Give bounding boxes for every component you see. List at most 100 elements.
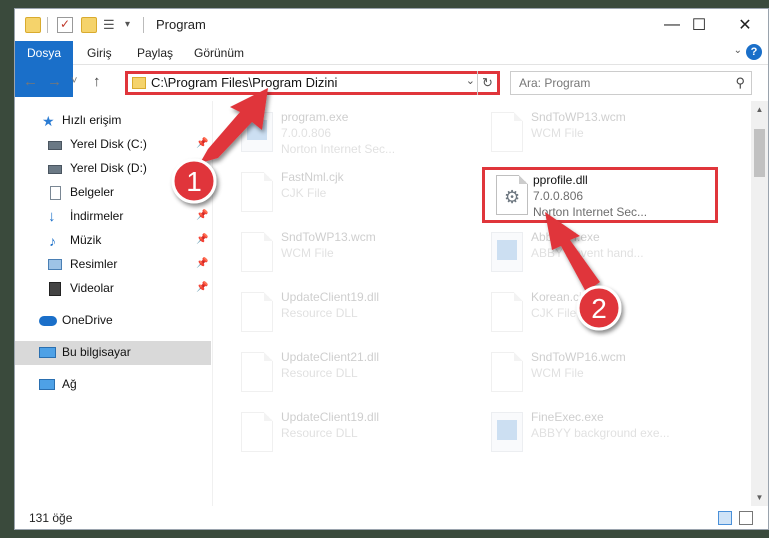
document-icon: [241, 172, 273, 212]
address-bar[interactable]: C:\Program Files\Program Dizini ⌄ ↻: [125, 71, 500, 95]
file-item[interactable]: UpdateClient19.dll Resource DLL: [229, 284, 469, 340]
gear-icon: ⚙: [504, 187, 521, 207]
sidebar-item-onedrive[interactable]: OneDrive: [15, 309, 211, 333]
sidebar-item-quick-access[interactable]: ★ Hızlı erişim: [15, 109, 211, 133]
pin-icon[interactable]: 📌: [196, 210, 208, 221]
tiles-view-icon[interactable]: [739, 511, 753, 525]
file-item-pprofile-dll[interactable]: ⚙ pprofile.dll 7.0.0.806 Norton Internet…: [482, 167, 718, 223]
sidebar-item-label: OneDrive: [62, 313, 113, 327]
application-icon: [241, 112, 273, 152]
chevron-down-icon[interactable]: ⌄: [466, 74, 475, 87]
tab-share[interactable]: Paylaş: [125, 41, 185, 65]
properties-icon[interactable]: ✓: [57, 17, 73, 33]
file-detail: Resource DLL: [281, 306, 358, 320]
details-view-icon[interactable]: [718, 511, 732, 525]
cloud-icon: [39, 316, 57, 326]
ribbon-tabs: Dosya Giriş Paylaş Görünüm ⌄ ?: [15, 41, 768, 97]
pin-icon[interactable]: 📌: [196, 162, 208, 173]
file-item[interactable]: Korean.cjk CJK File: [479, 284, 719, 340]
help-icon[interactable]: ?: [746, 44, 762, 60]
file-detail: WCM File: [281, 246, 334, 260]
document-icon: [491, 352, 523, 392]
search-placeholder: Ara: Program: [519, 76, 591, 90]
star-icon: ★: [42, 113, 55, 129]
computer-icon: [39, 347, 56, 358]
videos-icon: [49, 282, 61, 296]
sidebar-item-label: Hızlı erişim: [62, 113, 122, 127]
sidebar-item-network[interactable]: Ağ: [15, 373, 211, 397]
document-icon: [241, 232, 273, 272]
back-icon[interactable]: ←: [23, 73, 38, 90]
refresh-icon[interactable]: ↻: [477, 71, 497, 95]
customize-toolbar-icon[interactable]: ☰: [103, 17, 119, 33]
ribbon-expand-icon[interactable]: ⌄: [734, 45, 742, 56]
search-icon[interactable]: ⚲: [735, 75, 745, 91]
address-row: ← → ˅ ↑ C:\Program Files\Program Dizini …: [15, 67, 768, 99]
pin-icon[interactable]: 📌: [196, 234, 208, 245]
new-folder-icon[interactable]: [81, 17, 97, 33]
file-name: SndToWP16.wcm: [531, 350, 626, 364]
file-item[interactable]: SndToWP16.wcm WCM File: [479, 344, 719, 400]
item-count: 131 öğe: [29, 511, 73, 525]
maximize-button[interactable]: ☐: [676, 9, 722, 41]
maximize-icon: ☐: [691, 17, 707, 34]
scroll-up-icon[interactable]: ▲: [751, 101, 768, 118]
file-item[interactable]: UpdateClient21.dll Resource DLL: [229, 344, 469, 400]
chevron-down-icon[interactable]: ▾: [125, 17, 141, 33]
pin-icon[interactable]: 📌: [196, 258, 208, 269]
music-icon: ♪: [49, 233, 56, 249]
sidebar-item-label: Yerel Disk (D:): [70, 161, 147, 175]
file-item[interactable]: SndToWP13.wcm WCM File: [229, 224, 469, 280]
file-item[interactable]: UpdateClient19.dll Resource DLL: [229, 404, 469, 460]
search-input[interactable]: Ara: Program ⚲: [510, 71, 752, 95]
tab-home[interactable]: Giriş: [75, 41, 124, 65]
dll-file-icon: ⚙: [496, 175, 528, 215]
file-name: pprofile.dll: [533, 173, 588, 187]
up-icon[interactable]: ↑: [93, 73, 101, 90]
file-item[interactable]: SndToWP13.wcm WCM File: [479, 104, 719, 160]
sidebar-item-downloads[interactable]: ↓ İndirmeler 📌: [15, 205, 211, 229]
title-bar: ✓ ☰ ▾ Program — ☐ ✕: [15, 9, 768, 41]
sidebar-item-this-pc[interactable]: Bu bilgisayar: [15, 341, 211, 365]
network-icon: [39, 379, 55, 390]
scroll-down-icon[interactable]: ▼: [751, 489, 768, 506]
file-detail: 7.0.0.806: [533, 189, 584, 203]
file-detail: CJK File: [281, 186, 327, 200]
file-detail: WCM File: [531, 126, 584, 140]
file-name: UpdateClient19.dll: [281, 410, 380, 424]
pin-icon[interactable]: 📌: [196, 138, 208, 149]
file-name: UpdateClient19.dll: [281, 290, 380, 304]
forward-icon[interactable]: →: [47, 73, 62, 90]
document-icon: [241, 292, 273, 332]
document-icon: [241, 352, 273, 392]
sidebar-item-drive-d[interactable]: Yerel Disk (D:) 📌: [15, 157, 211, 181]
pin-icon[interactable]: 📌: [196, 282, 208, 293]
sidebar-item-music[interactable]: ♪ Müzik 📌: [15, 229, 211, 253]
sidebar-item-pictures[interactable]: Resimler 📌: [15, 253, 211, 277]
close-button[interactable]: ✕: [722, 9, 768, 41]
sidebar-item-videos[interactable]: Videolar 📌: [15, 277, 211, 301]
status-bar: 131 öğe: [15, 507, 768, 529]
folder-icon: [132, 77, 146, 89]
folder-icon: [25, 17, 41, 33]
application-icon: [491, 232, 523, 272]
file-item[interactable]: AbbySTI.exe ABBYY event hand...: [479, 224, 719, 280]
quick-access-separator: [47, 17, 48, 33]
tab-view[interactable]: Görünüm: [182, 41, 256, 65]
pin-icon[interactable]: 📌: [196, 186, 208, 197]
scrollbar-thumb[interactable]: [754, 129, 765, 177]
file-item[interactable]: FineExec.exe ABBYY background exe...: [479, 404, 719, 460]
vertical-scrollbar[interactable]: ▲ ▼: [751, 101, 768, 506]
close-icon: ✕: [738, 17, 752, 34]
file-explorer-window: ✓ ☰ ▾ Program — ☐ ✕ Dosya Giriş Paylaş G…: [14, 8, 769, 530]
recent-locations-icon[interactable]: ˅: [71, 75, 77, 87]
file-item[interactable]: FastNml.cjk CJK File: [229, 164, 469, 220]
file-detail: ABBYY event hand...: [531, 246, 644, 260]
pane-divider[interactable]: [212, 101, 213, 506]
sidebar-item-label: İndirmeler: [70, 209, 124, 223]
file-detail: WCM File: [531, 366, 584, 380]
drive-icon: [48, 165, 62, 174]
sidebar-item-documents[interactable]: Belgeler 📌: [15, 181, 211, 205]
sidebar-item-drive-c[interactable]: Yerel Disk (C:) 📌: [15, 133, 211, 157]
file-item[interactable]: program.exe 7.0.0.806 Norton Internet Se…: [229, 104, 469, 160]
